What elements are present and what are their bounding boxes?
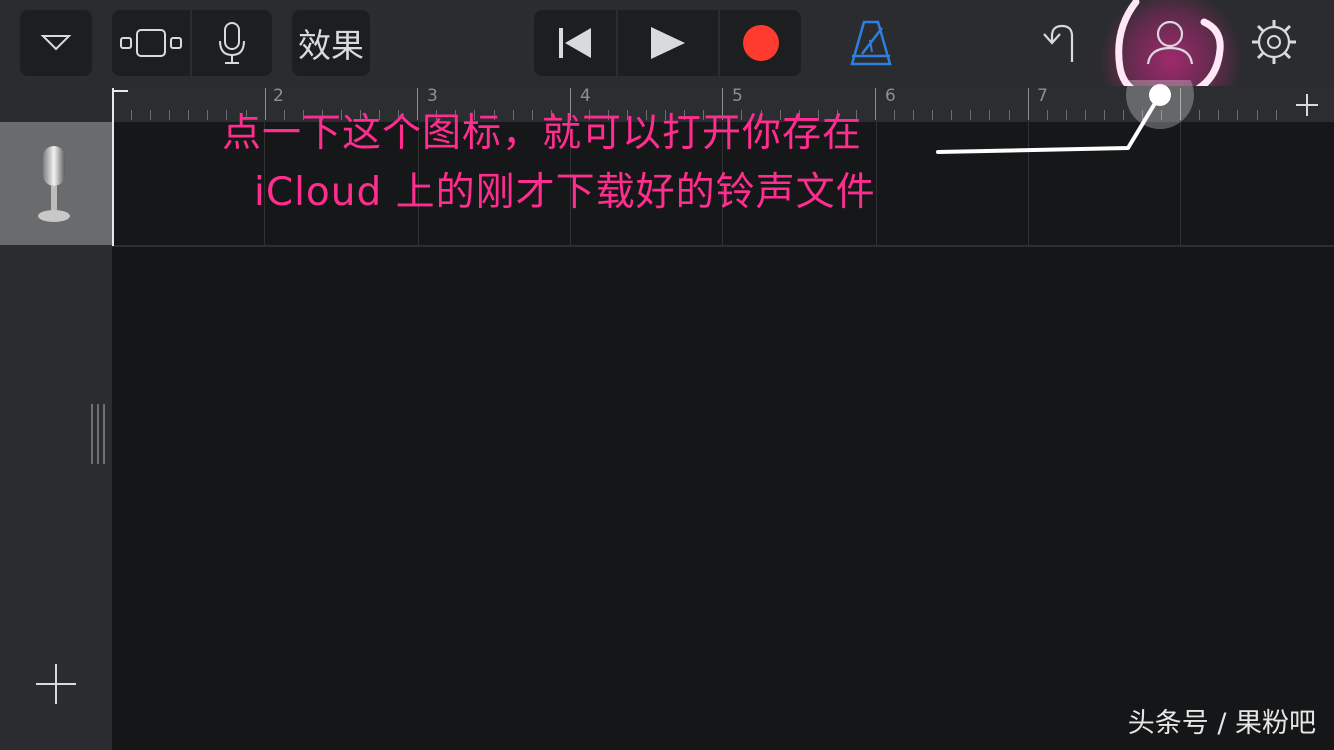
metronome-icon (850, 20, 892, 66)
add-section-button[interactable] (1278, 86, 1334, 122)
view-menu-button[interactable] (20, 10, 92, 76)
play-icon (651, 27, 685, 59)
play-button[interactable] (618, 10, 718, 76)
mic-button[interactable] (192, 10, 272, 76)
add-track-button[interactable] (36, 664, 76, 704)
settings-button[interactable] (1250, 18, 1298, 66)
annotation-pointer (936, 80, 1194, 154)
fx-label: 效果 (298, 26, 364, 65)
plus-icon (1296, 94, 1318, 116)
triangle-down-icon (40, 35, 72, 51)
fx-button[interactable]: 效果 (292, 10, 370, 76)
metronome-button[interactable] (848, 18, 894, 68)
tracks-view-button[interactable] (112, 10, 190, 76)
microphone-track-icon (38, 146, 70, 222)
rewind-button[interactable] (534, 10, 616, 76)
bar-number-6: 6 (885, 86, 896, 106)
plus-icon (36, 664, 76, 704)
watermark: 头条号 / 果粉吧 (1127, 708, 1316, 739)
annotation-line-1: 点一下这个图标，就可以打开你存在 (222, 111, 863, 156)
playhead-marker[interactable] (112, 88, 130, 118)
undo-icon (1043, 24, 1074, 62)
undo-button[interactable] (1040, 20, 1084, 64)
microphone-icon (219, 22, 245, 64)
gear-icon (1252, 20, 1296, 64)
playhead[interactable] (112, 88, 114, 246)
skip-back-icon (559, 28, 591, 58)
sidebar-resize-handle[interactable] (91, 404, 109, 464)
annotation-line-2: iCloud 上的刚才下载好的铃声文件 (254, 170, 876, 215)
tracks-view-icon (120, 29, 182, 57)
record-icon (742, 25, 779, 61)
record-button[interactable] (720, 10, 801, 76)
track-header[interactable] (0, 122, 112, 245)
